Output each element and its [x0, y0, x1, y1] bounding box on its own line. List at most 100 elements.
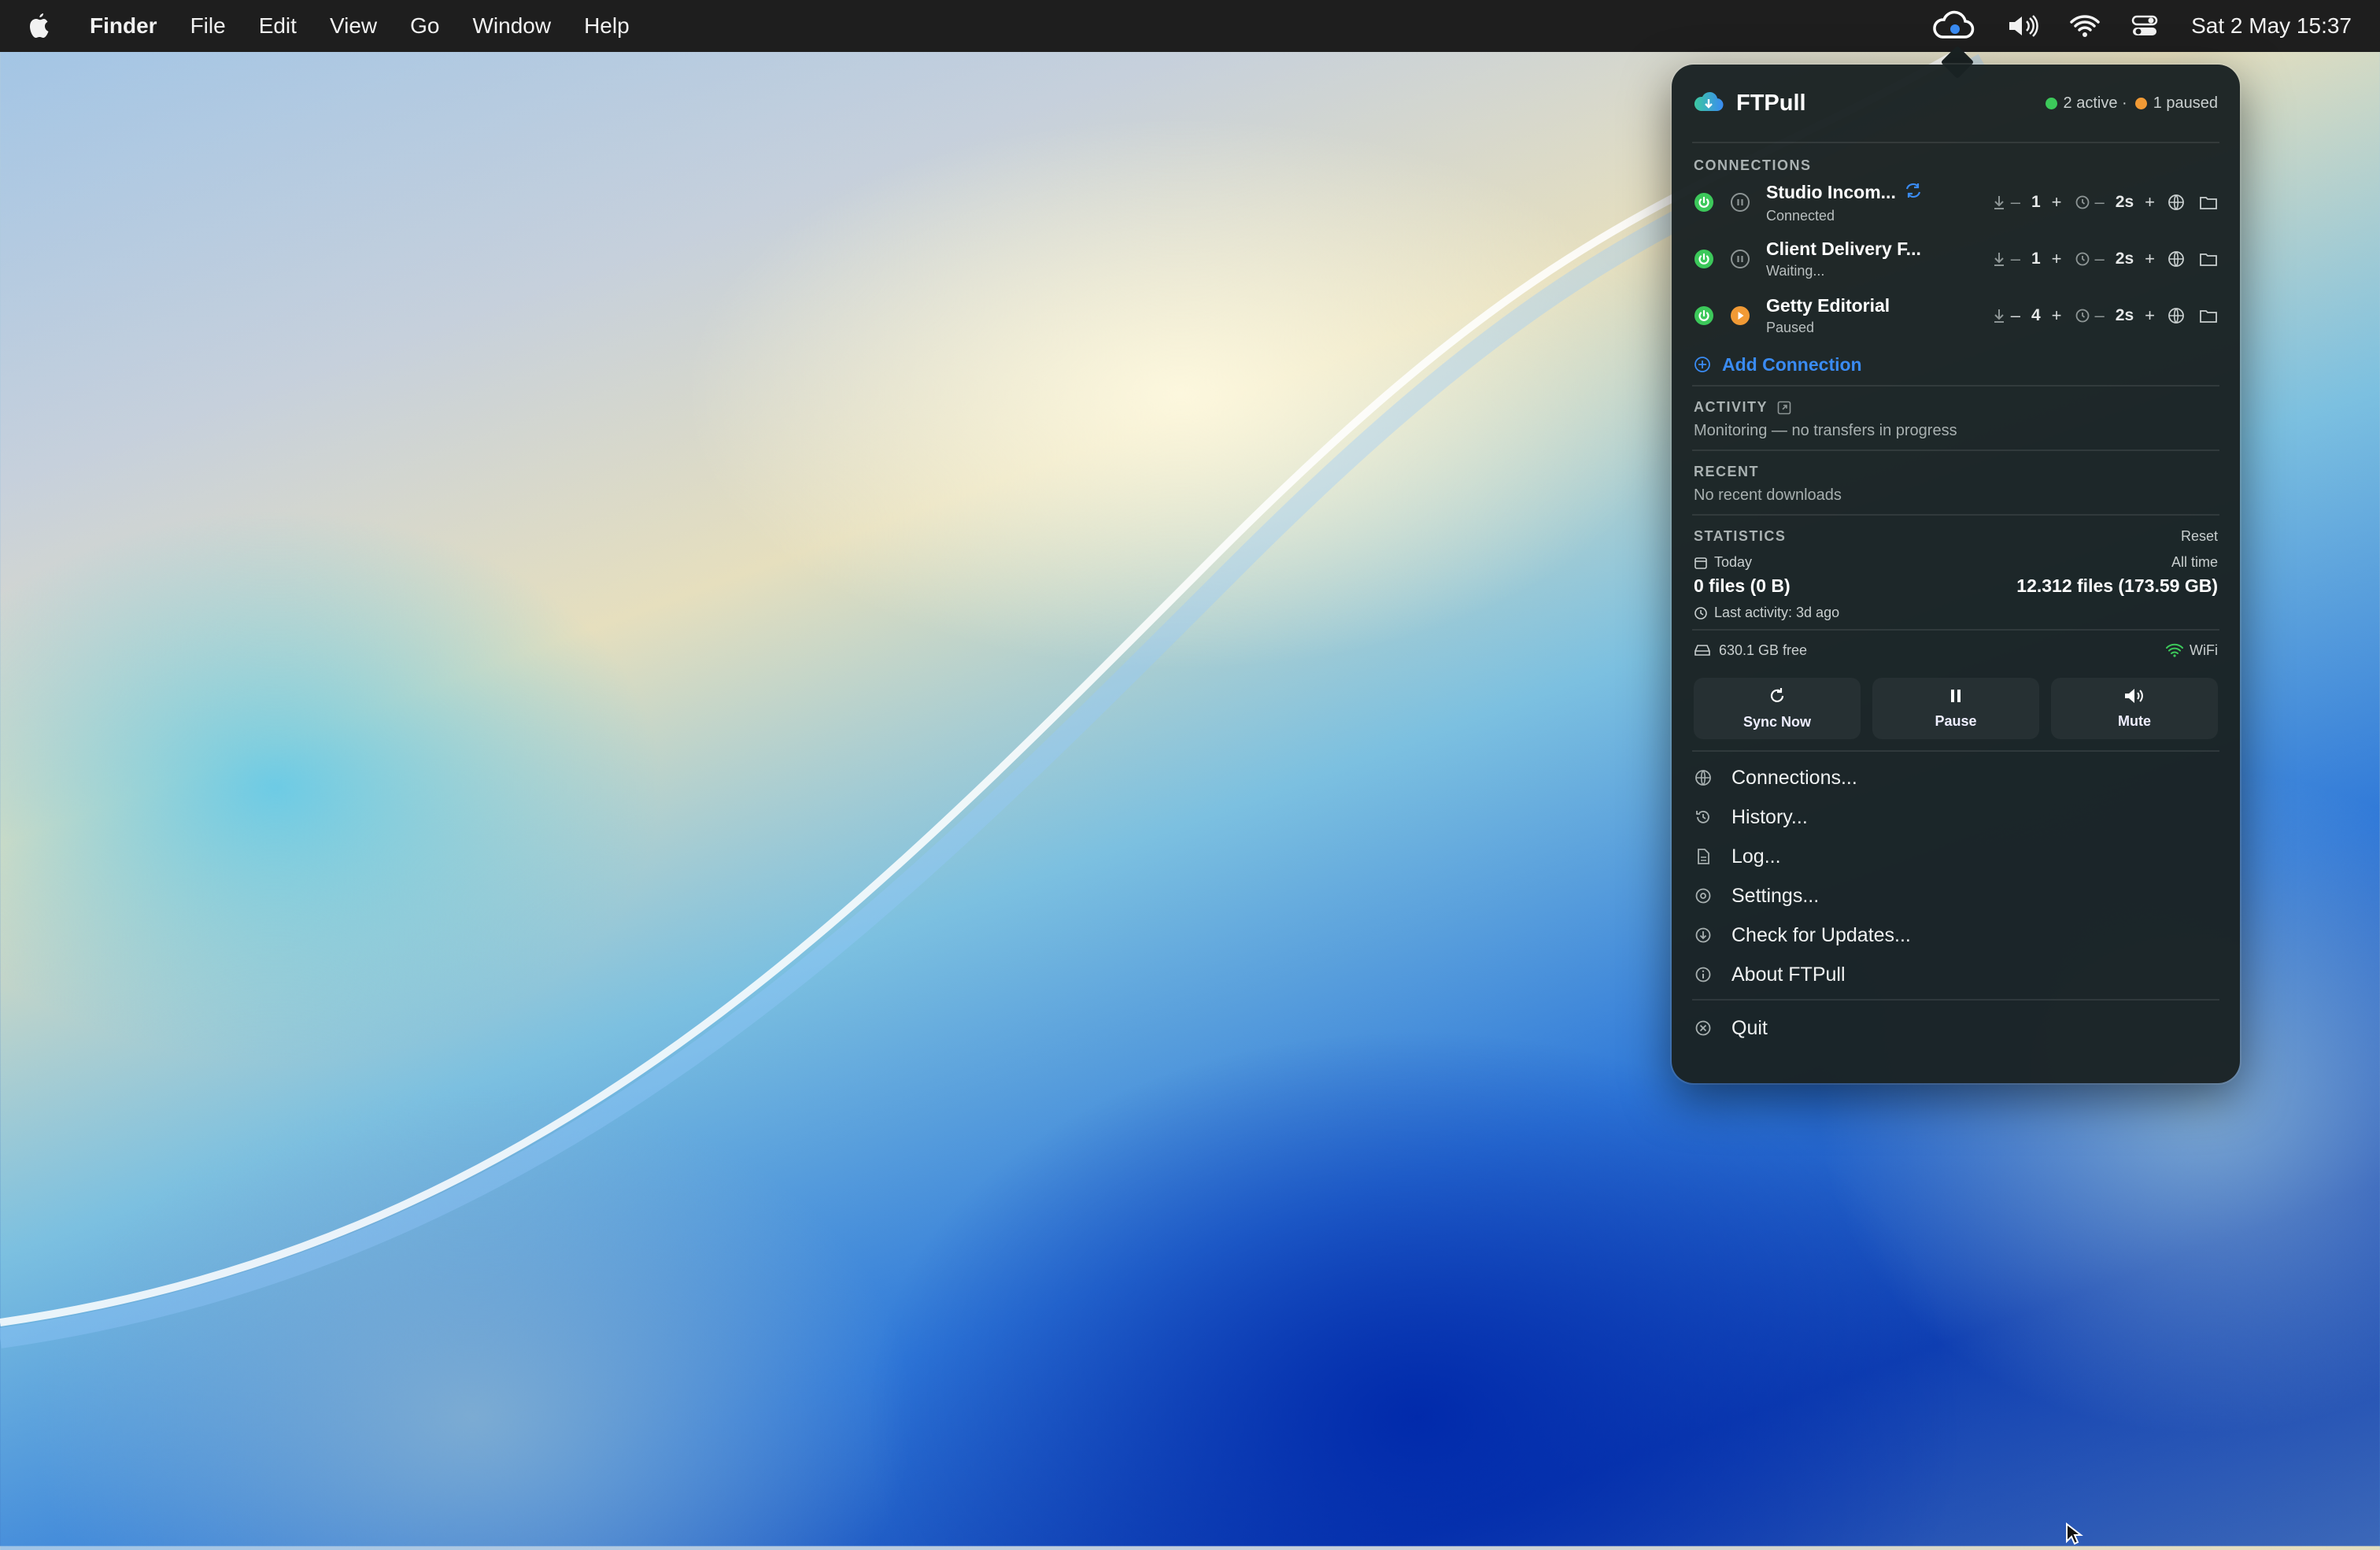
menubar-clock[interactable]: Sat 2 May 15:37 — [2191, 13, 2352, 39]
connection-row: Studio Incom... Connected – 1 + – 2s + — [1694, 174, 2218, 231]
paused-count-label: 1 paused — [2153, 94, 2218, 112]
concurrent-count: 1 — [2031, 193, 2041, 211]
control-center-icon[interactable] — [2131, 14, 2158, 38]
pause-label: Pause — [1935, 713, 1977, 729]
globe-icon[interactable] — [2168, 307, 2185, 324]
menu-quit[interactable]: Quit — [1694, 1008, 2218, 1048]
decrease-interval-button[interactable]: – — [2095, 305, 2105, 326]
menu-settings[interactable]: Settings... — [1694, 876, 2218, 916]
refresh-icon — [1768, 686, 1787, 714]
today-label: Today — [1714, 554, 1753, 570]
sync-now-label: Sync Now — [1743, 714, 1812, 730]
folder-icon[interactable] — [2199, 308, 2218, 324]
menu-history[interactable]: History... — [1694, 797, 2218, 837]
menu-view[interactable]: View — [330, 13, 377, 39]
menu-history-label: History... — [1731, 805, 1808, 828]
pause-icon[interactable] — [1730, 249, 1750, 269]
decrease-interval-button[interactable]: – — [2095, 192, 2105, 213]
statistics-section-label: STATISTICS — [1694, 528, 1787, 544]
connection-status-summary: 2 active · 1 paused — [2045, 94, 2218, 113]
apple-menu-icon[interactable] — [28, 10, 57, 42]
gear-icon — [1694, 887, 1713, 904]
globe-icon[interactable] — [2168, 194, 2185, 211]
network-type: WiFi — [2190, 642, 2218, 658]
increase-concurrent-button[interactable]: + — [2052, 305, 2062, 326]
menu-go[interactable]: Go — [410, 13, 439, 39]
connection-row: Client Delivery F... Waiting... – 1 + – … — [1694, 231, 2218, 287]
last-activity: Last activity: 3d ago — [1714, 605, 1840, 620]
menu-log-label: Log... — [1731, 845, 1781, 867]
disk-free: 630.1 GB free — [1719, 642, 1808, 658]
decrease-concurrent-button[interactable]: – — [2011, 305, 2020, 326]
speaker-icon — [2123, 687, 2145, 713]
poll-interval: 2s — [2115, 193, 2134, 211]
poll-interval: 2s — [2115, 306, 2134, 324]
increase-concurrent-button[interactable]: + — [2052, 249, 2062, 269]
connection-name: Client Delivery F... — [1766, 239, 1921, 259]
menu-log[interactable]: Log... — [1694, 837, 2218, 876]
pause-icon[interactable] — [1730, 192, 1750, 213]
wifi-status-icon — [2166, 643, 2184, 657]
connection-row: Getty Editorial Paused – 4 + – 2s + — [1694, 287, 2218, 344]
folder-icon[interactable] — [2199, 194, 2218, 210]
ftpull-cloud-icon[interactable] — [1931, 10, 1975, 42]
close-circle-icon — [1694, 1019, 1713, 1037]
menu-check-updates[interactable]: Check for Updates... — [1694, 916, 2218, 955]
menu-quit-label: Quit — [1731, 1016, 1768, 1039]
timer-icon — [2075, 308, 2090, 324]
disk-icon — [1694, 643, 1711, 657]
concurrent-count: 1 — [2031, 250, 2041, 268]
menu-connections[interactable]: Connections... — [1694, 758, 2218, 797]
power-toggle-icon[interactable] — [1694, 305, 1714, 326]
plus-circle-icon — [1694, 356, 1711, 373]
recent-section-label: RECENT — [1694, 464, 1760, 479]
menu-edit[interactable]: Edit — [259, 13, 297, 39]
menu-app-name[interactable]: Finder — [90, 13, 157, 39]
menu-help[interactable]: Help — [584, 13, 630, 39]
connection-status: Connected — [1766, 207, 1835, 224]
add-connection-button[interactable]: Add Connection — [1694, 344, 2218, 385]
download-icon — [1992, 250, 2006, 268]
menu-file[interactable]: File — [190, 13, 226, 39]
menu-about[interactable]: About FTPull — [1694, 955, 2218, 994]
reset-statistics-button[interactable]: Reset — [2181, 528, 2218, 545]
download-icon — [1992, 194, 2006, 211]
clock-icon — [1694, 606, 1708, 620]
increase-interval-button[interactable]: + — [2145, 192, 2155, 213]
power-toggle-icon[interactable] — [1694, 249, 1714, 269]
active-count-label: 2 active · — [2063, 94, 2127, 112]
sync-spinner-icon — [1904, 181, 1923, 205]
increase-concurrent-button[interactable]: + — [2052, 192, 2062, 213]
increase-interval-button[interactable]: + — [2145, 249, 2155, 269]
download-circle-icon — [1694, 927, 1713, 944]
pause-icon — [1947, 687, 1964, 713]
decrease-concurrent-button[interactable]: – — [2011, 192, 2020, 213]
folder-icon[interactable] — [2199, 251, 2218, 267]
globe-icon[interactable] — [2168, 250, 2185, 268]
recent-text: No recent downloads — [1694, 486, 1842, 504]
activity-section-label: ACTIVITY — [1694, 399, 1768, 415]
connection-status: Paused — [1766, 320, 1815, 335]
globe-icon — [1694, 769, 1713, 786]
play-icon[interactable] — [1730, 305, 1750, 326]
pause-all-button[interactable]: Pause — [1872, 678, 2039, 739]
menu-window[interactable]: Window — [472, 13, 551, 39]
increase-interval-button[interactable]: + — [2145, 305, 2155, 326]
timer-icon — [2075, 251, 2090, 267]
ftpull-panel: FTPull 2 active · 1 paused CONNECTIONS S… — [1672, 65, 2240, 1083]
open-activity-icon[interactable] — [1777, 401, 1791, 415]
menu-connections-label: Connections... — [1731, 766, 1857, 789]
decrease-concurrent-button[interactable]: – — [2011, 249, 2020, 269]
menu-check-updates-label: Check for Updates... — [1731, 923, 1911, 946]
decrease-interval-button[interactable]: – — [2095, 249, 2105, 269]
power-toggle-icon[interactable] — [1694, 192, 1714, 213]
mute-label: Mute — [2118, 713, 2151, 729]
volume-icon[interactable] — [2007, 14, 2038, 38]
active-status-dot — [2045, 97, 2057, 109]
sync-now-button[interactable]: Sync Now — [1694, 678, 1861, 739]
panel-header: FTPull 2 active · 1 paused — [1694, 65, 2218, 142]
wifi-icon[interactable] — [2070, 14, 2100, 38]
connection-status: Waiting... — [1766, 263, 1825, 279]
menu-bar: Finder File Edit View Go Window Help Sat… — [0, 0, 2380, 52]
mute-button[interactable]: Mute — [2051, 678, 2218, 739]
